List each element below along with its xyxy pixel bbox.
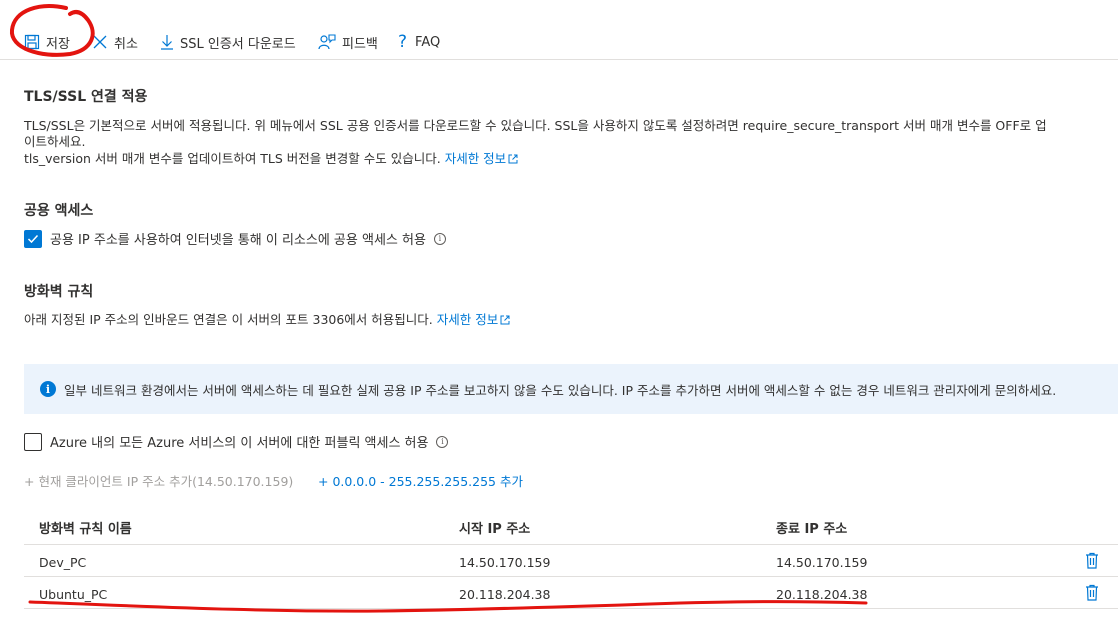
feedback-button[interactable]: 피드백 [318, 30, 378, 54]
public-access-title: 공용 액세스 [24, 203, 94, 219]
faq-button[interactable]: ? FAQ [398, 30, 440, 54]
info-banner-text: 일부 네트워크 환경에서는 서버에 액세스하는 데 필요한 실제 공용 IP 주… [64, 382, 1057, 398]
firewall-learn-more-link[interactable]: 자세한 정보 [437, 312, 510, 327]
firewall-section-title: 방화벽 규칙 [24, 284, 94, 300]
firewall-learn-more-label: 자세한 정보 [436, 312, 499, 327]
external-link-icon [500, 315, 510, 325]
ssl-download-button[interactable]: SSL 인증서 다운로드 [160, 30, 296, 54]
cancel-button[interactable]: 취소 [92, 30, 138, 54]
checkmark-icon [27, 234, 39, 243]
tls-description-line3: tls_version 서버 매개 변수를 업데이트하여 TLS 버전을 변경할… [24, 151, 518, 167]
tls-section-title: TLS/SSL 연결 적용 [24, 89, 148, 105]
faq-label: FAQ [415, 34, 441, 50]
firewall-table-header: 방화벽 규칙 이름 시작 IP 주소 종료 IP 주소 [24, 508, 1118, 545]
ssl-download-label: SSL 인증서 다운로드 [180, 36, 296, 52]
end-ip-cell[interactable]: 14.50.170.159 [776, 555, 867, 570]
column-header-end-ip: 종료 IP 주소 [776, 522, 848, 537]
add-client-ip-button[interactable]: + 현재 클라이언트 IP 주소 추가(14.50.170.159) [24, 471, 293, 490]
command-bar: 저장 취소 SSL 인증서 다운로드 피드백 ? FAQ [0, 24, 1118, 60]
column-header-start-ip: 시작 IP 주소 [459, 522, 531, 537]
tls-learn-more-label: 자세한 정보 [444, 151, 507, 166]
firewall-description-text: 아래 지정된 IP 주소의 인바운드 연결은 이 서버의 포트 3306에서 허… [24, 312, 433, 327]
delete-icon[interactable] [1085, 584, 1099, 601]
rule-name-cell[interactable]: Ubuntu_PC [39, 587, 107, 602]
add-all-ip-range-button[interactable]: + 0.0.0.0 - 255.255.255.255 추가 [318, 471, 523, 490]
end-ip-cell[interactable]: 20.118.204.38 [776, 587, 867, 602]
info-circle-icon: i [40, 381, 56, 397]
tls-description-line2: 이트하세요. [24, 134, 86, 149]
azure-services-label: Azure 내의 모든 Azure 서비스의 이 서버에 대한 퍼블릭 액세스 … [50, 436, 429, 451]
tls-version-text: tls_version 서버 매개 변수를 업데이트하여 TLS 버전을 변경할… [24, 151, 441, 166]
cancel-label: 취소 [114, 36, 138, 52]
table-row: Ubuntu_PC 20.118.204.38 20.118.204.38 [24, 577, 1118, 609]
save-label: 저장 [46, 36, 70, 52]
delete-icon[interactable] [1085, 552, 1099, 569]
info-banner: i 일부 네트워크 환경에서는 서버에 액세스하는 데 필요한 실제 공용 IP… [24, 364, 1118, 414]
tls-learn-more-link[interactable]: 자세한 정보 [445, 151, 518, 166]
azure-services-row: Azure 내의 모든 Azure 서비스의 이 서버에 대한 퍼블릭 액세스 … [24, 432, 449, 451]
azure-services-checkbox[interactable] [24, 432, 42, 451]
tls-description-line1: TLS/SSL은 기본적으로 서버에 적용됩니다. 위 메뉴에서 SSL 공용 … [24, 118, 1047, 133]
feedback-icon [318, 34, 336, 50]
firewall-description: 아래 지정된 IP 주소의 인바운드 연결은 이 서버의 포트 3306에서 허… [24, 312, 510, 328]
external-link-icon [508, 154, 518, 164]
public-access-checkbox[interactable] [24, 229, 42, 248]
download-icon [161, 35, 173, 50]
start-ip-cell[interactable]: 20.118.204.38 [459, 587, 550, 602]
info-icon[interactable]: i [433, 232, 446, 245]
public-access-row: 공용 IP 주소를 사용하여 인터넷을 통해 이 리소스에 공용 액세스 허용 … [24, 229, 446, 248]
table-row: Dev_PC 14.50.170.159 14.50.170.159 [24, 545, 1118, 577]
public-access-label: 공용 IP 주소를 사용하여 인터넷을 통해 이 리소스에 공용 액세스 허용 [50, 233, 426, 248]
column-header-name: 방화벽 규칙 이름 [39, 522, 132, 537]
question-icon: ? [398, 32, 408, 52]
start-ip-cell[interactable]: 14.50.170.159 [459, 555, 550, 570]
save-button[interactable]: 저장 [24, 30, 70, 54]
rule-name-cell[interactable]: Dev_PC [39, 555, 86, 570]
close-icon [93, 35, 107, 49]
save-icon [24, 34, 40, 50]
info-icon[interactable]: i [436, 435, 449, 448]
feedback-label: 피드백 [342, 36, 378, 52]
